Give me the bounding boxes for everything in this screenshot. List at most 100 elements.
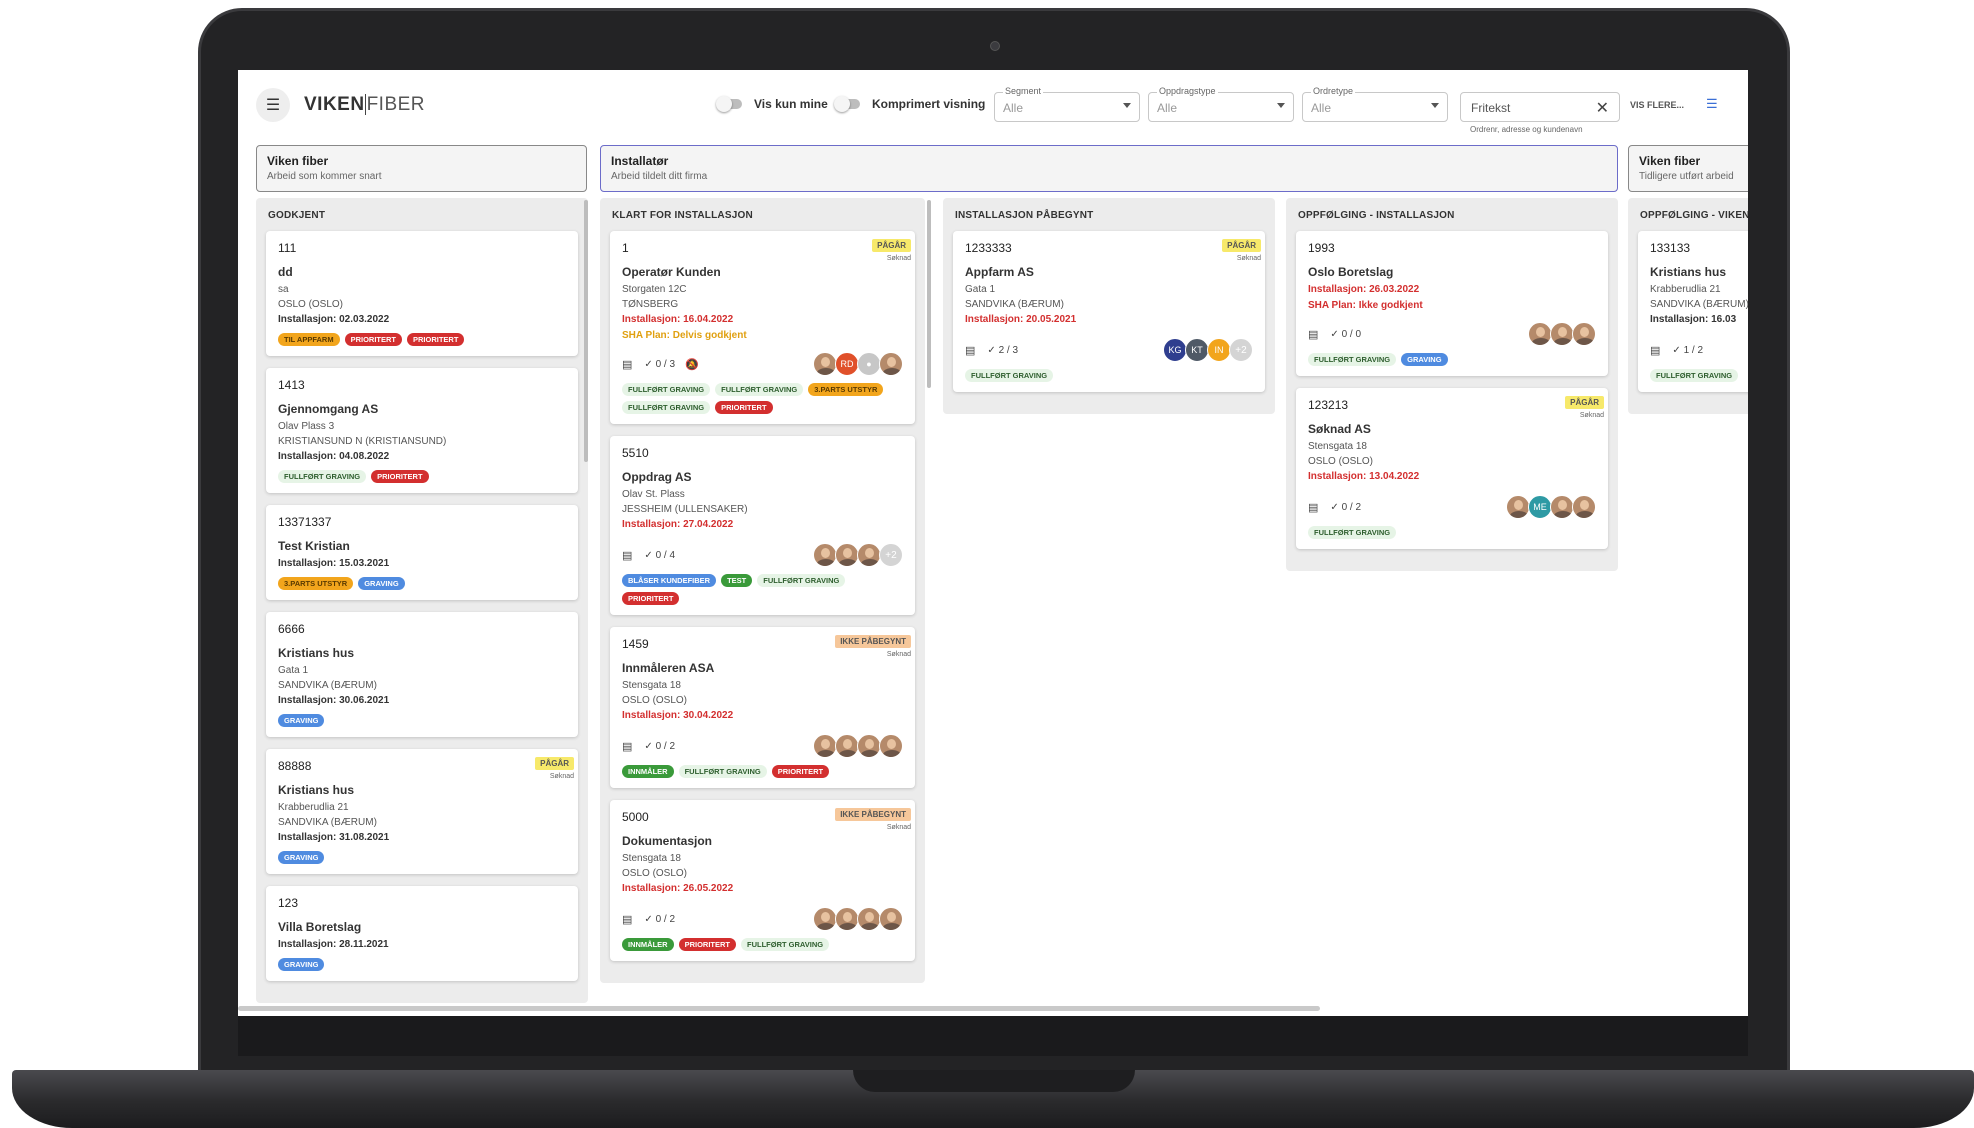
more-avatars-count[interactable]: +2 <box>879 543 903 567</box>
oppdragstype-value: Alle <box>1157 101 1178 115</box>
avatar[interactable] <box>813 352 837 376</box>
order-card[interactable]: IKKE PÅBEGYNT Søknad 1459 Innmåleren ASA Ste… <box>610 627 915 788</box>
list-view-icon[interactable]: ☰ <box>1706 96 1718 112</box>
tag: 3.PARTS UTSTYR <box>278 577 354 590</box>
tag: TEST <box>721 574 753 587</box>
ordretype-select[interactable]: Ordretype Alle <box>1302 86 1448 122</box>
status-badge: PÅGÅR Søknad <box>872 235 911 262</box>
toggle-compact[interactable]: Komprimert visning <box>834 96 985 112</box>
tag: FULLFØRT GRAVING <box>278 470 367 483</box>
avatar[interactable] <box>813 543 837 567</box>
app-screen: ☰ VIKEN FIBER Vis kun mine Komprimert vis… <box>238 70 1748 1016</box>
avatar[interactable] <box>1506 495 1530 519</box>
avatar[interactable] <box>813 734 837 758</box>
order-card[interactable]: IKKE PÅBEGYNT Søknad 5000 Dokumentasjon Sten… <box>610 800 915 961</box>
order-card[interactable]: PÅGÅR Søknad 1 Operatør Kunden Storgaten 12C… <box>610 231 915 424</box>
avatar-initials[interactable]: KT <box>1185 338 1209 362</box>
avatar-initials[interactable]: KG <box>1163 338 1187 362</box>
comment-icon[interactable]: ▤ <box>965 344 975 357</box>
switch-mine[interactable] <box>716 96 742 112</box>
horizontal-scrollbar[interactable] <box>238 1006 1320 1011</box>
order-card[interactable]: 133133 Kristians hus Krabberudlia 21 SANDVI… <box>1638 231 1748 392</box>
checklist-count: ✓ 0 / 2 <box>644 740 676 752</box>
switch-compact[interactable] <box>834 96 860 112</box>
order-card[interactable]: 13371337 Test Kristian Installasjon: 15.03… <box>266 505 578 600</box>
avatar[interactable] <box>835 734 859 758</box>
bell-off-icon[interactable]: 🔕 <box>685 358 699 371</box>
order-number: 1993 <box>1308 241 1335 255</box>
comment-icon[interactable]: ▤ <box>622 913 632 926</box>
avatar[interactable] <box>1572 322 1596 346</box>
installation-date: Installasjon: 30.04.2022 <box>622 710 734 721</box>
oppdragstype-select[interactable]: Oppdragstype Alle <box>1148 86 1294 122</box>
avatar-initials[interactable]: IN <box>1207 338 1231 362</box>
status-badge: IKKE PÅBEGYNT Søknad <box>835 804 911 831</box>
order-card[interactable]: 1993 Oslo Boretslag Installasjon: 26.03.20… <box>1296 231 1608 376</box>
avatar[interactable] <box>879 734 903 758</box>
segment-select[interactable]: Segment Alle <box>994 86 1140 122</box>
menu-button[interactable]: ☰ <box>256 88 290 122</box>
checklist-count-value: 0 / 2 <box>1341 501 1362 513</box>
column-scrollbar[interactable] <box>927 200 931 388</box>
avatar[interactable] <box>879 352 903 376</box>
avatar[interactable] <box>835 543 859 567</box>
group-subtitle: Arbeid tildelt ditt firma <box>611 171 708 182</box>
comment-icon[interactable]: ▤ <box>622 740 632 753</box>
address-line: Stensgata 18 <box>1308 441 1367 452</box>
order-card[interactable]: 123 Villa Boretslag Installasjon: 28.11.20… <box>266 886 578 981</box>
avatar[interactable] <box>857 907 881 931</box>
installation-date: Installasjon: 20.05.2021 <box>965 314 1077 325</box>
avatar[interactable] <box>835 907 859 931</box>
customer-name: Appfarm AS <box>965 265 1034 279</box>
toggle-mine[interactable]: Vis kun mine <box>716 96 828 112</box>
order-card[interactable]: PÅGÅR Søknad 123213 Søknad AS Stensgata 18 OS… <box>1296 388 1608 549</box>
search-value: Fritekst <box>1471 101 1511 115</box>
avatar[interactable] <box>857 543 881 567</box>
column-scrollbar[interactable] <box>584 200 588 462</box>
address-line: OSLO (OSLO) <box>622 695 688 706</box>
show-more-button[interactable]: VIS FLERE... <box>1630 100 1684 110</box>
avatar[interactable] <box>857 734 881 758</box>
address-line: Stensgata 18 <box>622 680 681 691</box>
address-line: Stensgata 18 <box>622 853 681 864</box>
status-badge-sub: Søknad <box>1579 412 1604 419</box>
comment-icon[interactable]: ▤ <box>1650 344 1660 357</box>
tag: GRAVING <box>278 851 325 864</box>
close-icon[interactable]: ✕ <box>1596 98 1609 118</box>
avatar[interactable] <box>1528 322 1552 346</box>
comment-icon[interactable]: ▤ <box>1308 501 1318 514</box>
laptop-notch <box>853 1070 1135 1092</box>
avatar-initials[interactable]: ME <box>1528 495 1552 519</box>
order-card[interactable]: 1413 Gjennomgang AS Olav Plass 3 KRISTIANSU… <box>266 368 578 493</box>
toggle-mine-label: Vis kun mine <box>754 97 828 111</box>
address-line: SANDVIKA (BÆRUM) <box>965 299 1064 310</box>
avatar[interactable] <box>1550 495 1574 519</box>
avatar[interactable] <box>1550 322 1574 346</box>
status-badge-sub: Søknad <box>886 651 911 658</box>
status-badge-sub: Søknad <box>886 824 911 831</box>
checklist-count-value: 0 / 2 <box>655 740 676 752</box>
comment-icon[interactable]: ▤ <box>622 358 632 371</box>
tag: BLÅSER KUNDEFIBER <box>622 574 717 587</box>
order-card[interactable]: PÅGÅR Søknad 88888 Kristians hus Krabberudli… <box>266 749 578 874</box>
avatar-initials[interactable]: RD <box>835 352 859 376</box>
order-card[interactable]: 5510 Oppdrag AS Olav St. Plass JESSHEIM (UL… <box>610 436 915 615</box>
tag: GRAVING <box>278 958 325 971</box>
tag: FULLFØRT GRAVING <box>622 401 711 414</box>
more-avatars-count[interactable]: +2 <box>1229 338 1253 362</box>
ordretype-value: Alle <box>1311 101 1332 115</box>
tag: FULLFØRT GRAVING <box>757 574 846 587</box>
order-card[interactable]: 111 dd sa OSLO (OSLO) Installasjon: 02.03.20… <box>266 231 578 356</box>
search-input[interactable]: Fritekst ✕ <box>1460 92 1620 122</box>
avatar[interactable] <box>813 907 837 931</box>
tag-list: GRAVING <box>278 714 566 727</box>
avatar[interactable] <box>879 907 903 931</box>
avatar-placeholder-icon[interactable]: ● <box>857 352 881 376</box>
order-card[interactable]: PÅGÅR Søknad 1233333 Appfarm AS Gata 1 SANDVI… <box>953 231 1265 392</box>
group-subtitle: Tidligere utført arbeid <box>1639 171 1734 182</box>
comment-icon[interactable]: ▤ <box>1308 328 1318 341</box>
avatar[interactable] <box>1572 495 1596 519</box>
order-card[interactable]: 6666 Kristians hus Gata 1 SANDVIKA (BÆRUM) I… <box>266 612 578 737</box>
comment-icon[interactable]: ▤ <box>622 549 632 562</box>
checklist-count-value: 0 / 3 <box>655 358 676 370</box>
